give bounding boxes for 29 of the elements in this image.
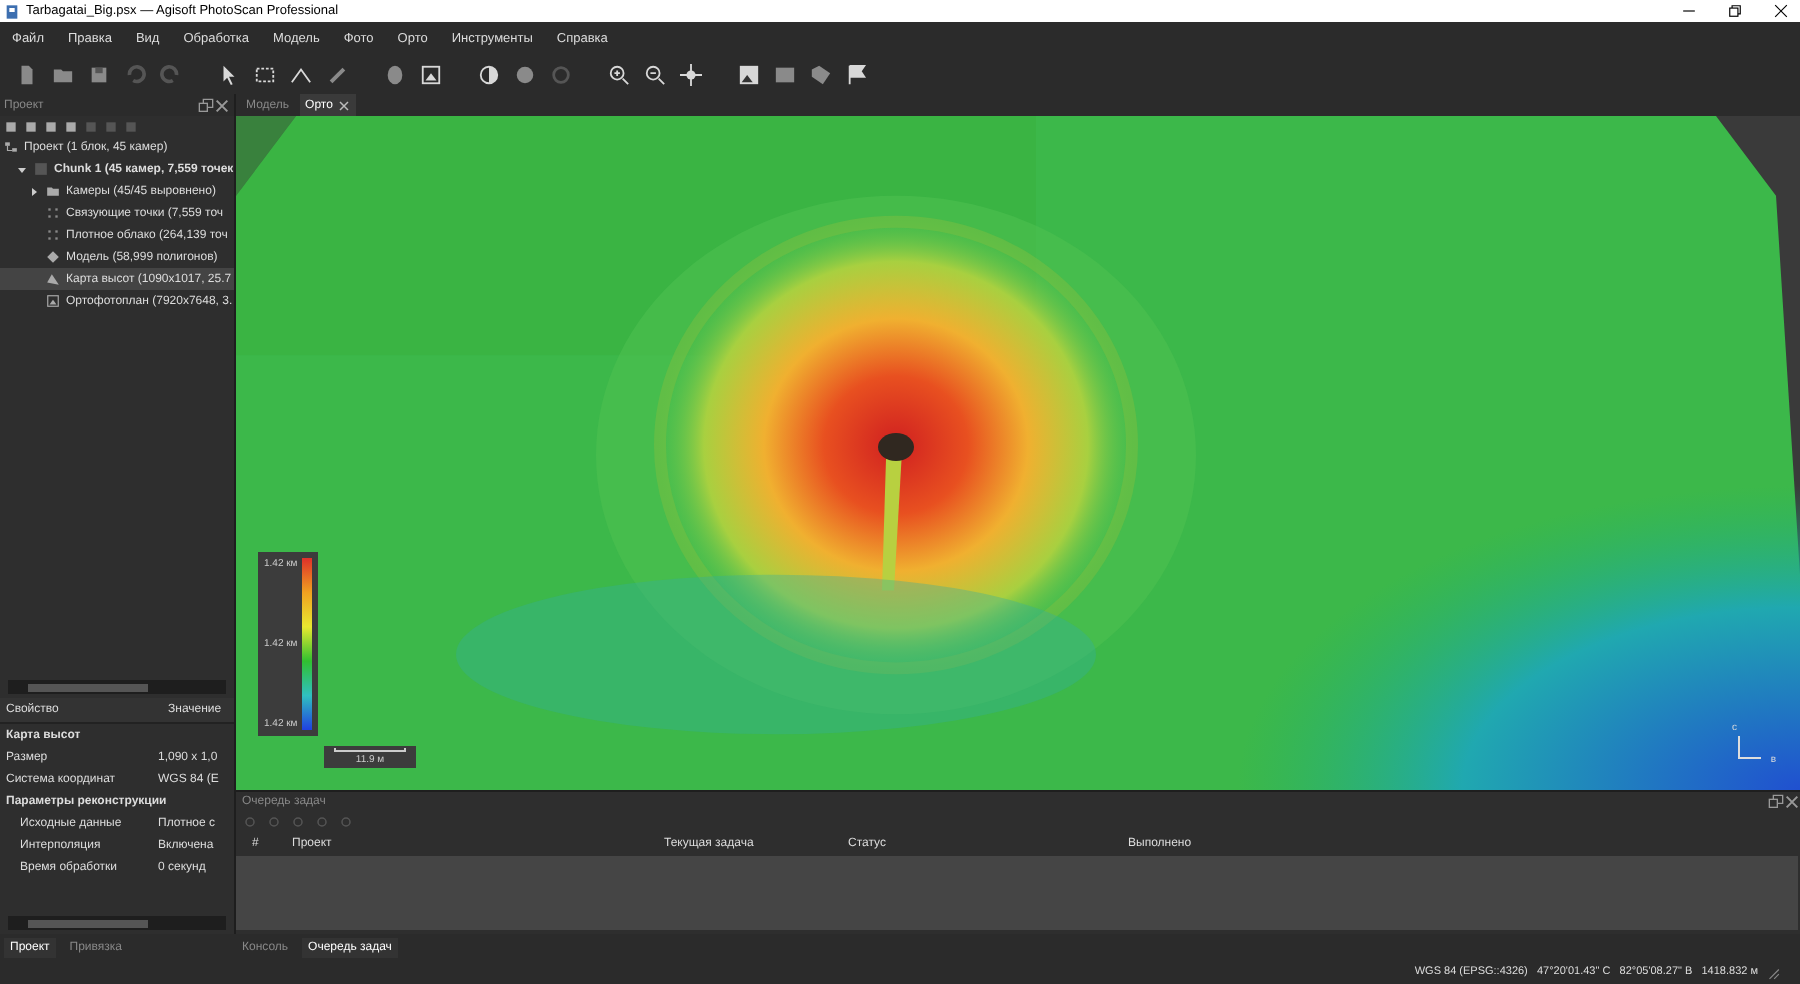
model-icon[interactable] — [46, 250, 60, 264]
new-file-icon[interactable] — [16, 63, 38, 85]
minimize-icon[interactable] — [1681, 4, 1695, 18]
app-icon[interactable] — [4, 3, 20, 19]
polyline-icon[interactable] — [290, 63, 312, 85]
rectangle-select-icon[interactable] — [254, 63, 276, 85]
axes-icon — [1736, 736, 1762, 760]
undock-icon[interactable] — [198, 97, 214, 113]
image-icon[interactable] — [738, 63, 760, 85]
undock-icon[interactable] — [1768, 794, 1784, 810]
points-icon[interactable] — [46, 228, 60, 242]
ortho-icon[interactable] — [46, 294, 60, 308]
image-icon[interactable] — [420, 63, 442, 85]
contrast-icon[interactable] — [478, 63, 500, 85]
zoom-in-icon[interactable] — [608, 63, 630, 85]
scale-line — [334, 748, 406, 752]
resize-grip-icon[interactable] — [1766, 965, 1780, 979]
points-icon[interactable] — [46, 206, 60, 220]
flag-icon[interactable] — [846, 63, 868, 85]
zoom-out-icon[interactable] — [644, 63, 666, 85]
restore-icon[interactable] — [1727, 4, 1741, 18]
elevation-icon[interactable] — [46, 272, 60, 286]
move-icon[interactable] — [680, 63, 702, 85]
cursor-icon[interactable] — [218, 63, 240, 85]
project-icon[interactable] — [4, 140, 18, 154]
folder-icon[interactable] — [46, 184, 60, 198]
scrollbar[interactable] — [8, 680, 226, 694]
scrollbar[interactable] — [8, 916, 226, 930]
save-icon[interactable] — [88, 63, 110, 85]
